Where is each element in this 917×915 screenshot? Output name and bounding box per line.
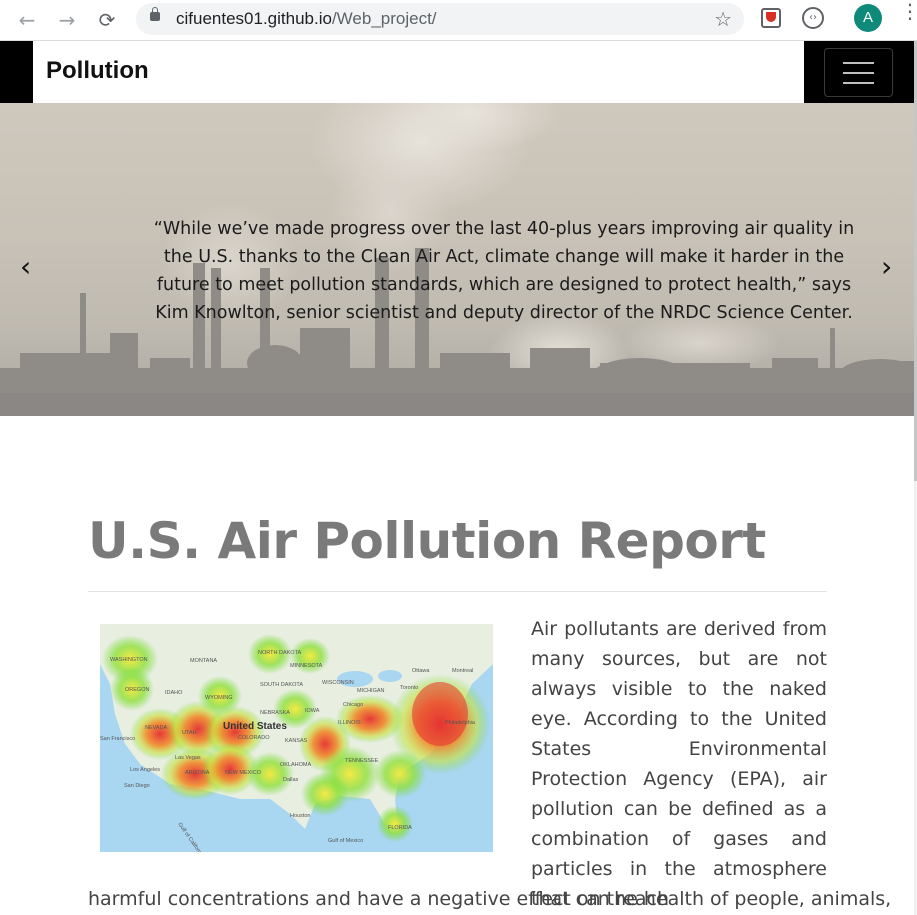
- brand-container: Pollution: [33, 41, 804, 103]
- intro-paragraph-continued: harmful concentrations and have a negati…: [88, 888, 892, 910]
- map-label: United States: [223, 721, 287, 732]
- map-label: MICHIGAN: [357, 688, 385, 694]
- hamburger-bar-icon: [843, 62, 874, 64]
- url-host: cifuentes01.github.io: [176, 9, 332, 28]
- map-label: OREGON: [125, 687, 149, 693]
- map-label: COLORADO: [238, 735, 270, 741]
- map-label: SOUTH DAKOTA: [260, 682, 303, 688]
- map-label: Toronto: [400, 685, 418, 691]
- map-label: NEBRASKA: [260, 710, 290, 716]
- url-text[interactable]: cifuentes01.github.io/Web_project/: [176, 9, 437, 29]
- map-label: WISCONSIN: [322, 680, 354, 686]
- profile-avatar[interactable]: A: [854, 4, 882, 32]
- map-label: Las Vegas: [175, 755, 201, 761]
- map-label: NEW MEXICO: [225, 770, 262, 776]
- map-label: MINNESOTA: [290, 663, 323, 669]
- map-label: TENNESSEE: [345, 758, 379, 764]
- map-label: Dallas: [283, 777, 299, 783]
- map-label: Ottawa: [412, 668, 430, 674]
- map-label: IDAHO: [165, 690, 183, 696]
- map-label: Gulf of Mexico: [328, 838, 363, 844]
- site-brand[interactable]: Pollution: [46, 57, 149, 85]
- map-label: NORTH DAKOTA: [258, 650, 302, 656]
- hamburger-bar-icon: [843, 82, 874, 84]
- map-label: OKLAHOMA: [280, 762, 312, 768]
- map-label: WASHINGTON: [110, 657, 148, 663]
- bookmark-star-icon[interactable]: ☆: [714, 7, 732, 31]
- page-title: U.S. Air Pollution Report: [88, 512, 766, 570]
- map-label: Houston: [290, 813, 311, 819]
- extension-code-icon[interactable]: ‹›: [802, 7, 824, 29]
- address-bar[interactable]: cifuentes01.github.io/Web_project/ ☆: [136, 3, 744, 35]
- map-label: Philadelphia: [445, 720, 476, 726]
- map-label: MONTANA: [190, 658, 217, 664]
- pollution-heatmap-image: WASHINGTON MONTANA NORTH DAKOTA MINNESOT…: [100, 624, 493, 852]
- map-label: ILLINOIS: [338, 720, 361, 726]
- hamburger-bar-icon: [843, 72, 874, 74]
- intro-paragraph: Air pollutants are derived from many sou…: [531, 618, 827, 910]
- map-label: Montreal: [452, 668, 473, 674]
- carousel-prev-icon[interactable]: ‹: [20, 253, 31, 281]
- extension-pocket-icon[interactable]: [761, 8, 781, 28]
- carousel-next-icon[interactable]: ›: [881, 253, 892, 281]
- map-label: San Diego: [124, 783, 150, 789]
- hero-carousel: “While we’ve made progress over the last…: [0, 103, 914, 416]
- browser-menu-icon[interactable]: ⋮: [900, 1, 917, 21]
- map-label: KANSAS: [285, 738, 308, 744]
- map-label: San Francisco: [100, 736, 135, 742]
- reload-icon[interactable]: ⟳: [93, 6, 121, 34]
- url-path: /Web_project/: [331, 9, 437, 28]
- site-navbar: Pollution: [0, 41, 914, 103]
- lock-icon: [150, 7, 160, 21]
- map-label: Los Angeles: [130, 767, 160, 773]
- hamburger-menu-button[interactable]: [824, 48, 893, 97]
- map-label: WYOMING: [205, 695, 233, 701]
- carousel-quote: “While we’ve made progress over the last…: [153, 219, 855, 323]
- map-label: ARIZONA: [185, 770, 210, 776]
- title-divider: [88, 591, 827, 592]
- map-label: NEVADA: [145, 725, 168, 731]
- browser-toolbar: ← → ⟳ cifuentes01.github.io/Web_project/…: [0, 0, 917, 41]
- map-label: Chicago: [343, 702, 363, 708]
- forward-arrow-icon[interactable]: →: [53, 6, 81, 34]
- map-label: UTAH: [182, 730, 197, 736]
- map-label: IOWA: [305, 708, 320, 714]
- map-label: FLORIDA: [388, 825, 412, 831]
- back-arrow-icon[interactable]: ←: [13, 6, 41, 34]
